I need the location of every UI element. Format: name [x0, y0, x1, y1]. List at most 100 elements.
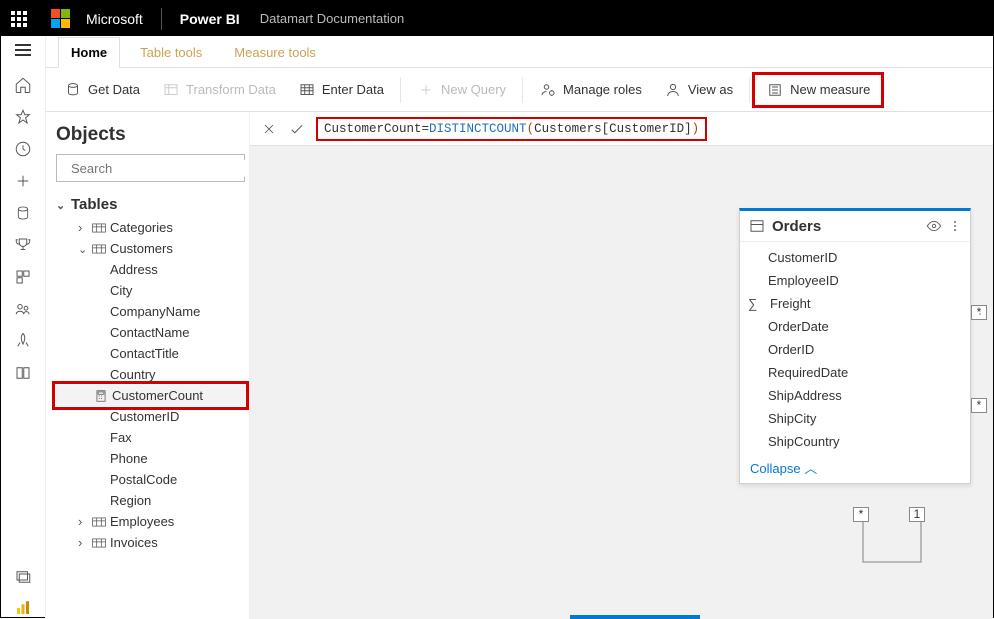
field-city[interactable]: City: [56, 280, 245, 301]
trophy-icon[interactable]: [14, 236, 32, 254]
tab-table-tools[interactable]: Table tools: [128, 38, 214, 67]
relationship-lines: [733, 312, 983, 572]
model-canvas[interactable]: CustomerCount = DISTINCTCOUNT(Customers[…: [250, 112, 993, 619]
chevron-down-icon: [78, 241, 88, 256]
enter-data-label: Enter Data: [322, 82, 384, 97]
calculator-icon: [94, 389, 108, 403]
people-icon[interactable]: [14, 300, 32, 318]
get-data-label: Get Data: [88, 82, 140, 97]
chevron-right-icon: [78, 220, 88, 235]
deploy-icon[interactable]: [14, 332, 32, 350]
horizontal-scrollbar[interactable]: [570, 615, 700, 619]
person-icon: [664, 81, 682, 99]
chevron-right-icon: [78, 514, 88, 529]
field-customerid[interactable]: CustomerID: [56, 406, 245, 427]
objects-title: Objects: [56, 124, 245, 146]
plus-icon[interactable]: [14, 172, 32, 190]
hamburger-icon[interactable]: [15, 44, 31, 56]
field-contacttitle[interactable]: ContactTitle: [56, 343, 245, 364]
left-nav-rail: [1, 36, 46, 619]
new-query-label: New Query: [441, 82, 506, 97]
home-icon[interactable]: [14, 76, 32, 94]
ribbon-toolbar: Get Data Transform Data Enter Data New Q…: [46, 68, 993, 112]
field-phone[interactable]: Phone: [56, 448, 245, 469]
powerbi-icon[interactable]: [14, 598, 32, 618]
field-fax[interactable]: Fax: [56, 427, 245, 448]
measure-label: CustomerCount: [112, 388, 203, 403]
plus-small-icon: [417, 81, 435, 99]
transform-data-label: Transform Data: [186, 82, 276, 97]
get-data-button[interactable]: Get Data: [54, 76, 150, 104]
brand-label: Microsoft: [86, 11, 143, 27]
field-contactname[interactable]: ContactName: [56, 322, 245, 343]
table-label: Invoices: [110, 535, 158, 550]
main-area: Home Table tools Measure tools Get Data …: [46, 36, 993, 619]
new-measure-button[interactable]: New measure: [756, 76, 880, 104]
card-actions: [926, 218, 962, 234]
field-country[interactable]: Country: [56, 364, 245, 385]
apps-icon[interactable]: [14, 268, 32, 286]
field-customerid[interactable]: CustomerID: [740, 246, 970, 269]
more-icon[interactable]: [948, 218, 962, 234]
transform-icon: [162, 81, 180, 99]
formula-arg: Customers[CustomerID]: [534, 122, 692, 136]
transform-data-button: Transform Data: [152, 76, 286, 104]
learn-icon[interactable]: [14, 364, 32, 382]
new-query-button: New Query: [407, 76, 516, 104]
tables-group[interactable]: Tables: [56, 196, 245, 213]
field-employeeid[interactable]: EmployeeID: [740, 269, 970, 292]
formula-name: CustomerCount: [324, 122, 422, 136]
tab-measure-tools[interactable]: Measure tools: [222, 38, 328, 67]
database-icon[interactable]: [15, 204, 31, 222]
workspace-icon[interactable]: [14, 568, 32, 586]
field-companyname[interactable]: CompanyName: [56, 301, 245, 322]
new-measure-label: New measure: [790, 82, 870, 97]
field-postalcode[interactable]: PostalCode: [56, 469, 245, 490]
view-as-label: View as: [688, 82, 733, 97]
separator: [522, 77, 523, 103]
content-row: Objects Tables Categories Customers Addr…: [46, 112, 993, 619]
separator: [400, 77, 401, 103]
table-customers[interactable]: Customers: [56, 238, 245, 259]
product-label: Power BI: [180, 11, 240, 27]
card-header: Orders: [740, 211, 970, 242]
doc-title: Datamart Documentation: [260, 11, 405, 26]
view-as-button[interactable]: View as: [654, 76, 743, 104]
table-invoices[interactable]: Invoices: [56, 532, 245, 553]
table-icon: [92, 222, 106, 234]
microsoft-logo-icon: [51, 9, 70, 28]
global-header: Microsoft Power BI Datamart Documentatio…: [1, 1, 993, 36]
commit-formula-button[interactable]: [284, 116, 310, 142]
table-icon: [92, 516, 106, 528]
cancel-formula-button[interactable]: [256, 116, 282, 142]
bottom-rail: [0, 564, 45, 618]
table-icon: [92, 243, 106, 255]
search-input[interactable]: [69, 160, 249, 177]
sigma-icon: ∑: [748, 296, 762, 311]
formula-function: DISTINCTCOUNT: [429, 122, 527, 136]
table-categories[interactable]: Categories: [56, 217, 245, 238]
card-title: Orders: [772, 218, 821, 235]
formula-input[interactable]: CustomerCount = DISTINCTCOUNT(Customers[…: [316, 117, 707, 141]
table-label: Employees: [110, 514, 174, 529]
separator: [749, 77, 750, 103]
clock-icon[interactable]: [14, 140, 32, 158]
table-employees[interactable]: Employees: [56, 511, 245, 532]
chevron-down-icon: [56, 196, 66, 213]
ribbon-tabs: Home Table tools Measure tools: [46, 36, 993, 68]
star-icon[interactable]: [14, 108, 32, 126]
field-address[interactable]: Address: [56, 259, 245, 280]
measure-icon: [766, 81, 784, 99]
grid-icon: [298, 81, 316, 99]
objects-panel: Objects Tables Categories Customers Addr…: [46, 112, 250, 619]
app-launcher-icon[interactable]: [11, 11, 27, 27]
field-region[interactable]: Region: [56, 490, 245, 511]
chevron-right-icon: [78, 535, 88, 550]
search-box[interactable]: [56, 154, 245, 182]
tab-home[interactable]: Home: [58, 37, 120, 68]
measure-customercount[interactable]: CustomerCount: [56, 385, 245, 406]
eye-icon[interactable]: [926, 218, 942, 234]
manage-roles-button[interactable]: Manage roles: [529, 76, 652, 104]
table-icon: [92, 537, 106, 549]
enter-data-button[interactable]: Enter Data: [288, 76, 394, 104]
